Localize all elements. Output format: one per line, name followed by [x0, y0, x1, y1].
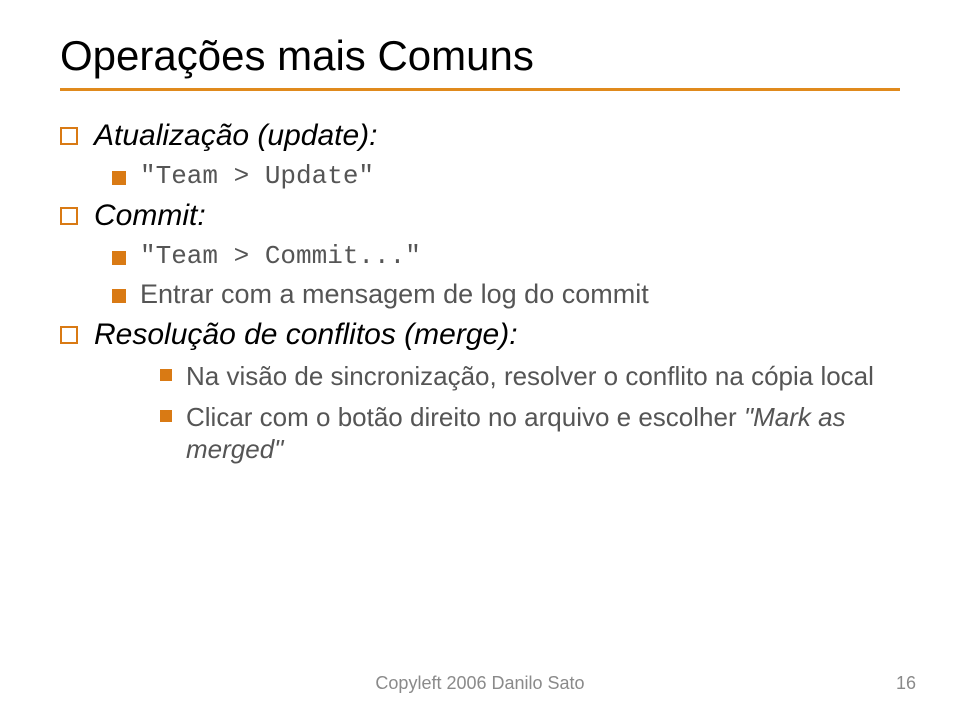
bullet-resolve-step2: Clicar com o botão direito no arquivo e … [160, 401, 900, 466]
square-solid-icon [112, 171, 126, 185]
bullet-commit-cmd: "Team > Commit..." [112, 241, 900, 271]
bullet-text-prefix: Clicar com o botão direito no arquivo e … [186, 402, 744, 432]
bullet-text: Clicar com o botão direito no arquivo e … [186, 401, 900, 466]
square-solid-icon [160, 410, 172, 422]
square-solid-icon [112, 289, 126, 303]
bullet-text: "Team > Update" [140, 161, 374, 191]
bullet-resolve-step1: Na visão de sincronização, resolver o co… [160, 360, 900, 393]
square-solid-icon [160, 369, 172, 381]
page-title: Operações mais Comuns [60, 32, 900, 80]
bullet-text: Na visão de sincronização, resolver o co… [186, 360, 874, 393]
bullet-text: Commit: [94, 199, 206, 233]
footer-copyleft: Copyleft 2006 Danilo Sato [0, 673, 960, 694]
bullet-text: Atualização (update): [94, 119, 378, 153]
bullet-commit: Commit: [60, 199, 900, 233]
bullet-text: "Team > Commit..." [140, 241, 421, 271]
bullet-text: Resolução de conflitos (merge): [94, 318, 518, 352]
bullet-list: Atualização (update): "Team > Update" Co… [60, 119, 900, 466]
square-open-icon [60, 326, 78, 344]
square-open-icon [60, 207, 78, 225]
title-rule [60, 88, 900, 91]
square-open-icon [60, 127, 78, 145]
square-solid-icon [112, 251, 126, 265]
slide: Operações mais Comuns Atualização (updat… [0, 0, 960, 720]
bullet-commit-note: Entrar com a mensagem de log do commit [112, 279, 900, 310]
bullet-text: Entrar com a mensagem de log do commit [140, 279, 649, 310]
bullet-resolve: Resolução de conflitos (merge): [60, 318, 900, 352]
bullet-update-cmd: "Team > Update" [112, 161, 900, 191]
page-number: 16 [896, 673, 916, 694]
bullet-update: Atualização (update): [60, 119, 900, 153]
